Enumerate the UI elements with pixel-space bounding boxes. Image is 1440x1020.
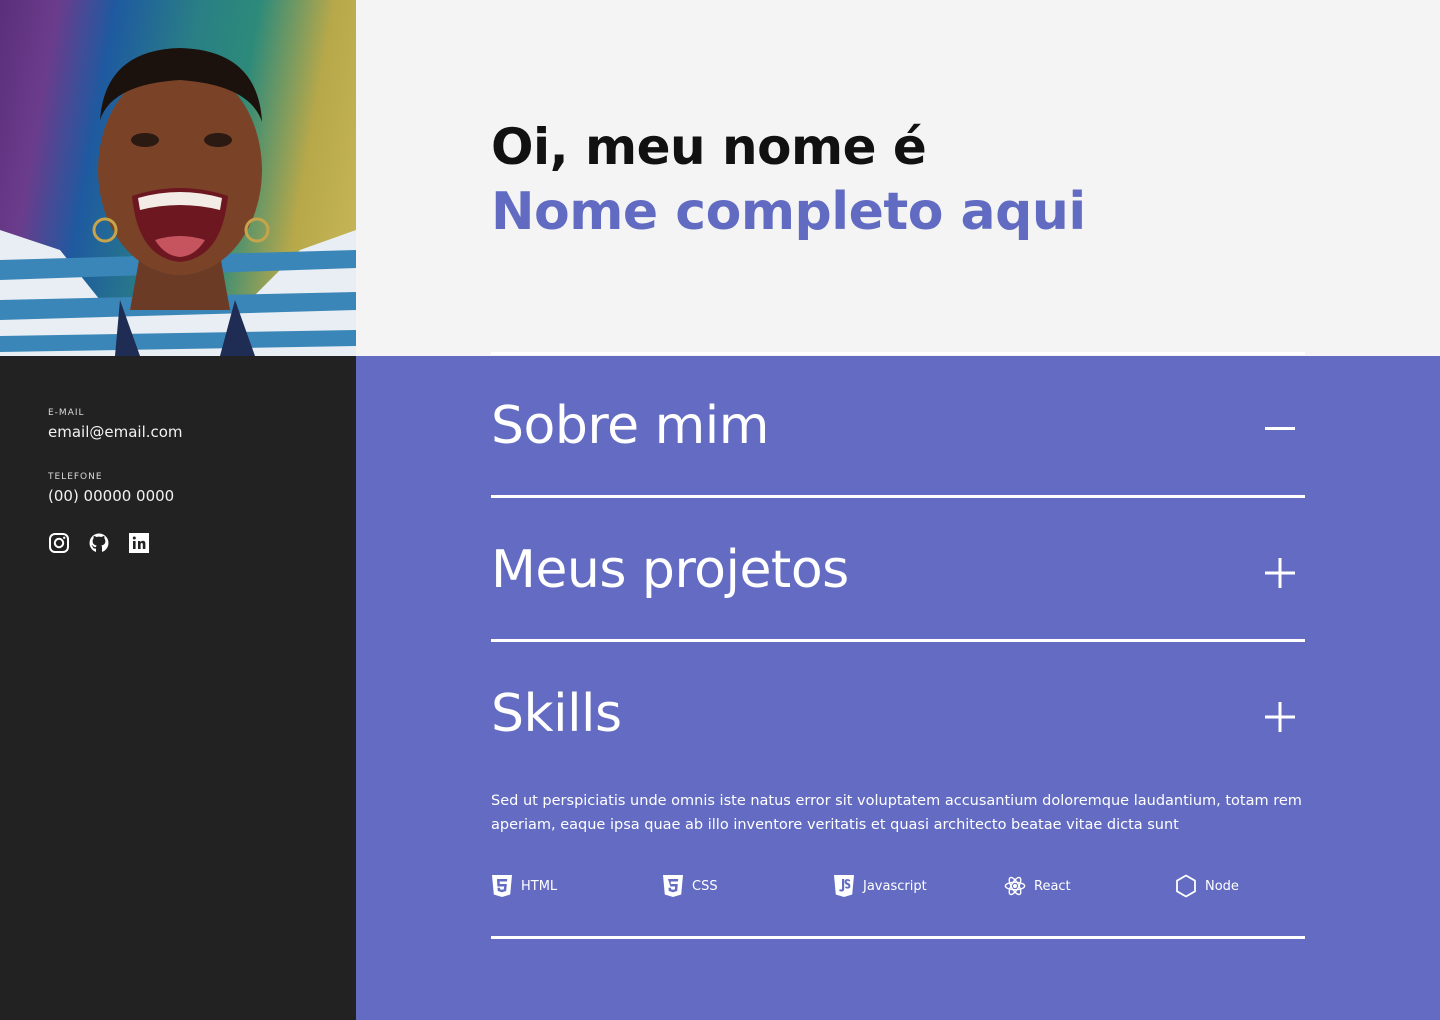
skill-label: HTML (521, 878, 558, 894)
sidebar: E-MAIL email@email.com TELEFONE (00) 000… (0, 356, 356, 1020)
instagram-icon[interactable] (48, 532, 70, 554)
linkedin-icon[interactable] (128, 532, 150, 554)
skill-label: CSS (692, 878, 718, 894)
plus-icon[interactable] (1265, 558, 1295, 588)
skill-item-html: HTML (491, 874, 557, 898)
hero-name: Nome completo aqui (491, 182, 1086, 242)
phone-label: TELEFONE (48, 472, 103, 482)
profile-photo (0, 0, 356, 356)
hero: Oi, meu nome é Nome completo aqui (356, 0, 1440, 356)
accordion-sobre-mim[interactable]: Sobre mim (491, 356, 1305, 500)
accordion-meus-projetos[interactable]: Meus projetos (491, 500, 1305, 644)
accordion-title-sobre-mim[interactable]: Sobre mim (491, 396, 769, 456)
phone-value[interactable]: (00) 00000 0000 (48, 487, 174, 505)
email-value[interactable]: email@email.com (48, 423, 183, 441)
profile-photo-illustration (0, 48, 356, 356)
accordion-divider (491, 639, 1305, 642)
skill-item-javascript: Javascript (833, 874, 927, 898)
hero-greeting: Oi, meu nome é (491, 118, 927, 176)
skill-item-react: React (1004, 874, 1071, 898)
javascript-icon (834, 875, 854, 897)
node-icon (1176, 874, 1196, 898)
skills-list: HTML CSS Javascript React Node (491, 874, 1305, 902)
github-icon[interactable] (88, 532, 110, 554)
skill-item-node: Node (1175, 874, 1239, 898)
skills-description: Sed ut perspiciatis unde omnis iste natu… (491, 793, 1302, 833)
accordion-title-meus-projetos[interactable]: Meus projetos (491, 540, 849, 600)
skill-label: Javascript (863, 878, 927, 894)
accordion-title-skills[interactable]: Skills (491, 684, 622, 744)
plus-icon[interactable] (1265, 702, 1295, 732)
html5-icon (492, 875, 512, 897)
accordion-divider (491, 936, 1305, 939)
accordion-divider (491, 495, 1305, 498)
minus-icon[interactable] (1265, 413, 1295, 443)
email-label: E-MAIL (48, 408, 85, 418)
skill-label: React (1034, 878, 1071, 894)
skill-item-css: CSS (662, 874, 718, 898)
skill-label: Node (1205, 878, 1239, 894)
css3-icon (663, 875, 683, 897)
social-links (48, 532, 150, 554)
hero-divider (491, 352, 1305, 355)
react-icon (1004, 876, 1026, 896)
main-content: Sobre mim Meus projetos Skills Sed ut pe… (356, 356, 1440, 1020)
